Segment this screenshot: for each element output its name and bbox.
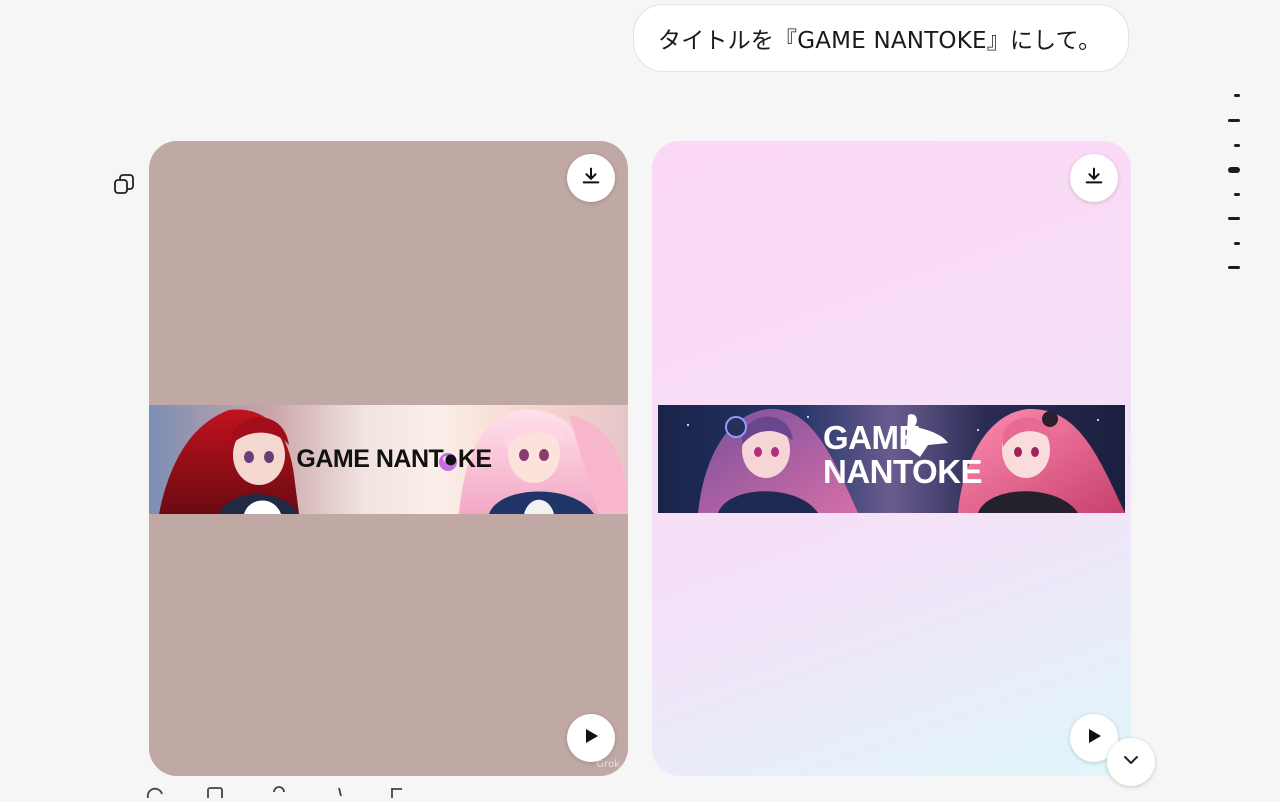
copy-icon[interactable]: [112, 172, 136, 196]
outline-mark[interactable]: [1234, 193, 1240, 196]
banner-image-1: GAME NANT●KE: [149, 405, 628, 514]
dislike-icon[interactable]: [388, 783, 406, 798]
outline-mark[interactable]: [1234, 94, 1240, 97]
outline-mark-active[interactable]: [1228, 167, 1240, 173]
grok-watermark: Grok: [596, 759, 620, 770]
download-icon: [1083, 165, 1105, 191]
generated-image-1[interactable]: GAME NANT●KE Grok: [149, 141, 628, 776]
scroll-down-button[interactable]: [1107, 738, 1155, 786]
outline-mark[interactable]: [1234, 144, 1240, 147]
play-button[interactable]: [567, 714, 615, 762]
banner-title: GAME NANT●KE: [296, 445, 492, 473]
share-icon[interactable]: [206, 783, 224, 801]
regenerate-icon[interactable]: [146, 783, 164, 799]
download-button[interactable]: [567, 154, 615, 202]
outline-mark[interactable]: [1228, 266, 1240, 269]
download-button[interactable]: [1070, 154, 1118, 202]
chevron-down-icon: [1121, 750, 1141, 774]
user-message-bubble: タイトルを『GAME NANTOKE』にして。: [633, 4, 1129, 72]
generated-image-2[interactable]: GAME NANTOKE: [652, 141, 1131, 776]
response-action-row: [146, 783, 726, 801]
user-message-text: タイトルを『GAME NANTOKE』にして。: [658, 28, 1102, 54]
outline-mark[interactable]: [1228, 119, 1240, 122]
outline-mark[interactable]: [1234, 242, 1240, 245]
outline-mark[interactable]: [1228, 217, 1240, 220]
play-icon: [1085, 727, 1103, 749]
play-icon: [582, 727, 600, 749]
like-icon[interactable]: [330, 783, 348, 797]
banner-image-2: GAME NANTOKE: [658, 405, 1125, 513]
copy-response-icon[interactable]: [270, 783, 288, 797]
download-icon: [580, 165, 602, 191]
banner-title: GAME NANTOKE: [823, 419, 983, 490]
